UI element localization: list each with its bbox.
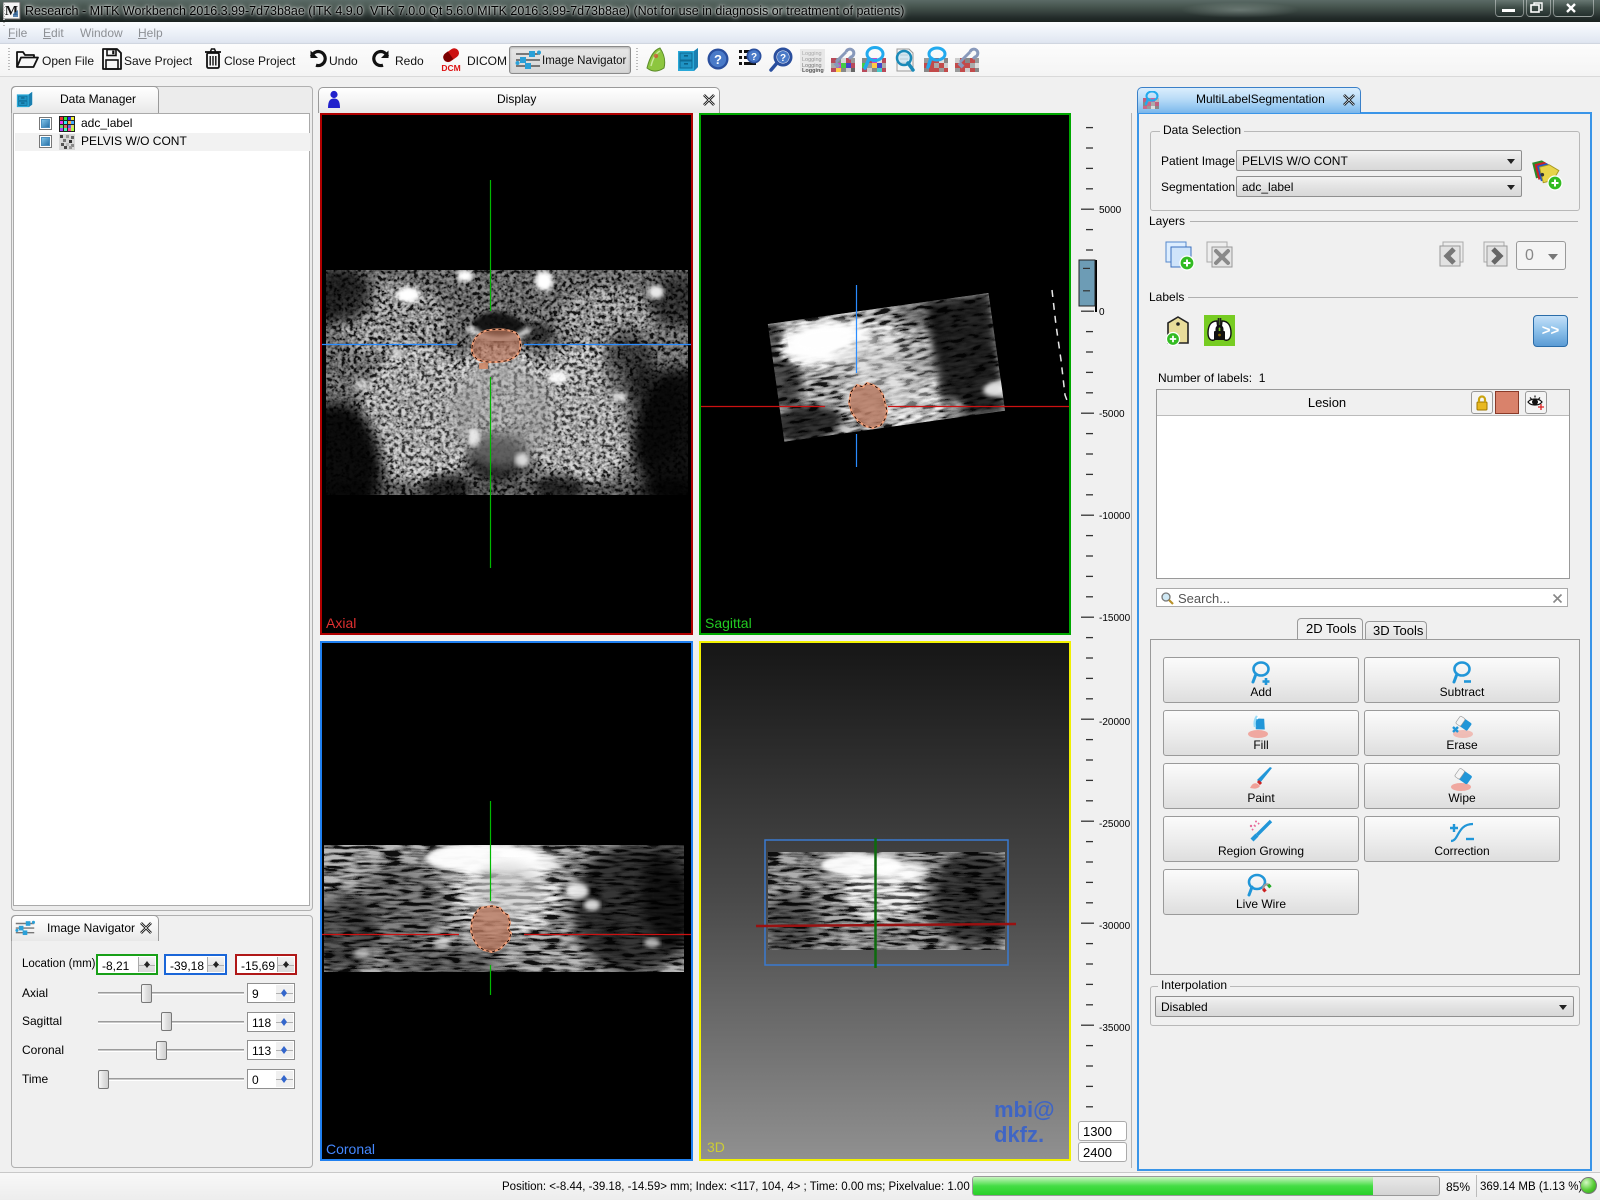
svg-text:0: 0 xyxy=(1099,307,1105,318)
svg-text:-5000: -5000 xyxy=(1099,409,1125,420)
svg-text:Coronal: Coronal xyxy=(326,1141,375,1157)
svg-text:-20000: -20000 xyxy=(1099,717,1131,728)
svg-text:-35000: -35000 xyxy=(1099,1023,1131,1034)
svg-text:DCM: DCM xyxy=(441,63,460,73)
svg-text:dkfz.: dkfz. xyxy=(994,1122,1044,1147)
svg-text:Axial: Axial xyxy=(326,615,356,631)
svg-text:-30000: -30000 xyxy=(1099,921,1131,932)
svg-text:-15000: -15000 xyxy=(1099,613,1131,624)
svg-text:3D: 3D xyxy=(707,1139,725,1155)
svg-text:?: ? xyxy=(780,53,786,64)
svg-text:mbi@: mbi@ xyxy=(994,1097,1055,1122)
svg-text:-10000: -10000 xyxy=(1099,511,1131,522)
svg-text:?: ? xyxy=(714,52,722,67)
svg-text:?: ? xyxy=(751,52,757,63)
svg-text:5000: 5000 xyxy=(1099,205,1122,216)
svg-text:-25000: -25000 xyxy=(1099,819,1131,830)
svg-text:Logging: Logging xyxy=(802,68,824,74)
svg-text:Sagittal: Sagittal xyxy=(705,615,752,631)
